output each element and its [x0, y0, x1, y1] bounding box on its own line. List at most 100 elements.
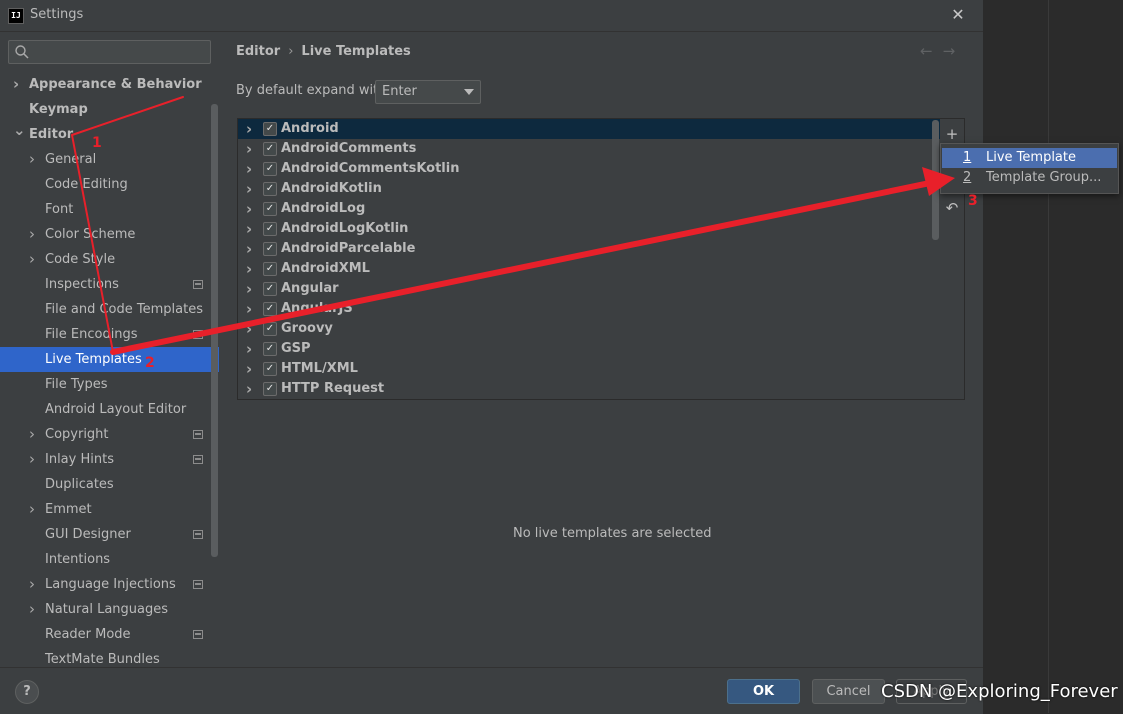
chevron-right-icon[interactable]: › [29, 247, 39, 272]
chevron-right-icon[interactable]: › [246, 339, 256, 359]
template-group-checkbox[interactable]: ✓ [263, 122, 277, 136]
template-group-checkbox[interactable]: ✓ [263, 262, 277, 276]
chevron-right-icon[interactable]: › [246, 279, 256, 299]
chevron-right-icon[interactable]: › [29, 572, 39, 597]
sidebar-item[interactable]: › Code Style [0, 247, 219, 272]
sidebar-item[interactable]: TextMate Bundles [0, 647, 219, 667]
template-group-row[interactable]: › ✓ AndroidLogKotlin [238, 219, 940, 239]
template-group-row[interactable]: › ✓ AndroidLog [238, 199, 940, 219]
chevron-right-icon[interactable]: › [246, 159, 256, 179]
project-scope-icon [193, 580, 203, 589]
sidebar-item[interactable]: GUI Designer [0, 522, 219, 547]
sidebar-item[interactable]: File Types [0, 372, 219, 397]
template-group-label: AndroidKotlin [281, 181, 382, 196]
chevron-right-icon[interactable]: › [246, 199, 256, 219]
template-group-row[interactable]: › ✓ AndroidCommentsKotlin [238, 159, 940, 179]
sidebar-scrollbar[interactable] [211, 104, 218, 557]
template-group-row[interactable]: › ✓ AndroidComments [238, 139, 940, 159]
chevron-right-icon[interactable]: › [29, 222, 39, 247]
sidebar-item[interactable]: › Appearance & Behavior [0, 72, 219, 97]
popup-menu-item[interactable]: 1 Live Template [942, 148, 1117, 168]
chevron-right-icon[interactable]: › [246, 219, 256, 239]
chevron-right-icon[interactable]: › [246, 359, 256, 379]
chevron-right-icon[interactable]: › [29, 147, 39, 172]
chevron-right-icon[interactable]: › [246, 139, 256, 159]
sidebar-item[interactable]: Inspections [0, 272, 219, 297]
sidebar-item[interactable]: › Emmet [0, 497, 219, 522]
add-icon[interactable]: + [943, 125, 961, 143]
template-group-row[interactable]: › ✓ HTTP Request [238, 379, 940, 399]
help-button[interactable]: ? [15, 680, 39, 704]
template-group-checkbox[interactable]: ✓ [263, 162, 277, 176]
background-editor [983, 0, 1123, 713]
popup-menu-item[interactable]: 2 Template Group... [942, 168, 1117, 188]
sidebar-item[interactable]: › Color Scheme [0, 222, 219, 247]
template-group-row[interactable]: › ✓ AndroidParcelable [238, 239, 940, 259]
sidebar-item[interactable]: › Inlay Hints [0, 447, 219, 472]
sidebar-item[interactable]: ⌄ Editor [0, 121, 219, 147]
template-group-checkbox[interactable]: ✓ [263, 222, 277, 236]
chevron-right-icon[interactable]: › [246, 299, 256, 319]
sidebar-item[interactable]: Keymap [0, 97, 219, 122]
template-group-checkbox[interactable]: ✓ [263, 302, 277, 316]
chevron-right-icon[interactable]: › [29, 422, 39, 447]
sidebar-item[interactable]: Font [0, 197, 219, 222]
chevron-right-icon[interactable]: › [246, 119, 256, 139]
back-arrow-icon[interactable]: ← [920, 42, 933, 60]
sidebar-item[interactable]: › Copyright [0, 422, 219, 447]
sidebar-item[interactable]: Android Layout Editor [0, 397, 219, 422]
template-group-checkbox[interactable]: ✓ [263, 322, 277, 336]
sidebar-item[interactable]: Duplicates [0, 472, 219, 497]
template-group-row[interactable]: › ✓ AndroidKotlin [238, 179, 940, 199]
template-group-checkbox[interactable]: ✓ [263, 202, 277, 216]
chevron-right-icon[interactable]: › [246, 239, 256, 259]
sidebar-item[interactable]: Live Templates [0, 347, 219, 372]
sidebar-item[interactable]: Reader Mode [0, 622, 219, 647]
sidebar-item[interactable]: Code Editing [0, 172, 219, 197]
cancel-button[interactable]: Cancel [812, 679, 885, 704]
sidebar-item[interactable]: › Natural Languages [0, 597, 219, 622]
chevron-right-icon[interactable]: › [29, 447, 39, 472]
template-group-checkbox[interactable]: ✓ [263, 242, 277, 256]
template-group-row[interactable]: › ✓ GSP [238, 339, 940, 359]
close-icon[interactable]: ✕ [946, 4, 970, 26]
add-popup-menu: 1 Live Template 2 Template Group... [940, 143, 1119, 194]
template-group-checkbox[interactable]: ✓ [263, 142, 277, 156]
sidebar-item[interactable]: Intentions [0, 547, 219, 572]
template-list-scrollbar[interactable] [932, 120, 939, 240]
template-group-row[interactable]: › ✓ Android [238, 119, 940, 139]
chevron-right-icon[interactable]: › [246, 379, 256, 399]
sidebar-item-label: Code Editing [45, 177, 128, 192]
sidebar-item[interactable]: › General [0, 147, 219, 172]
template-group-row[interactable]: › ✓ AndroidXML [238, 259, 940, 279]
chevron-right-icon[interactable]: › [29, 497, 39, 522]
sidebar-item-label: Live Templates [45, 352, 142, 367]
chevron-right-icon[interactable]: › [246, 319, 256, 339]
chevron-right-icon[interactable]: › [246, 259, 256, 279]
template-group-checkbox[interactable]: ✓ [263, 182, 277, 196]
template-group-row[interactable]: › ✓ AngularJS [238, 299, 940, 319]
popup-item-label: Template Group... [986, 170, 1102, 185]
forward-arrow-icon[interactable]: → [943, 42, 956, 60]
ok-button[interactable]: OK [727, 679, 800, 704]
sidebar-item[interactable]: File and Code Templates [0, 297, 219, 322]
template-group-checkbox[interactable]: ✓ [263, 382, 277, 396]
template-group-row[interactable]: › ✓ Angular [238, 279, 940, 299]
undo-icon[interactable]: ↶ [943, 199, 961, 217]
expand-with-dropdown[interactable]: Enter [375, 80, 481, 104]
breadcrumb-parent[interactable]: Editor [236, 44, 280, 59]
chevron-right-icon[interactable]: › [29, 597, 39, 622]
settings-search[interactable] [8, 40, 211, 64]
sidebar-item[interactable]: › Language Injections [0, 572, 219, 597]
sidebar-item[interactable]: File Encodings [0, 322, 219, 347]
template-group-label: Android [281, 121, 339, 136]
chevron-right-icon[interactable]: › [246, 179, 256, 199]
template-group-checkbox[interactable]: ✓ [263, 282, 277, 296]
template-group-row[interactable]: › ✓ HTML/XML [238, 359, 940, 379]
search-input[interactable] [35, 43, 209, 61]
template-group-checkbox[interactable]: ✓ [263, 342, 277, 356]
chevron-right-icon[interactable]: › [13, 72, 23, 97]
template-group-checkbox[interactable]: ✓ [263, 362, 277, 376]
template-group-row[interactable]: › ✓ Groovy [238, 319, 940, 339]
chevron-down-icon[interactable]: ⌄ [13, 118, 26, 143]
